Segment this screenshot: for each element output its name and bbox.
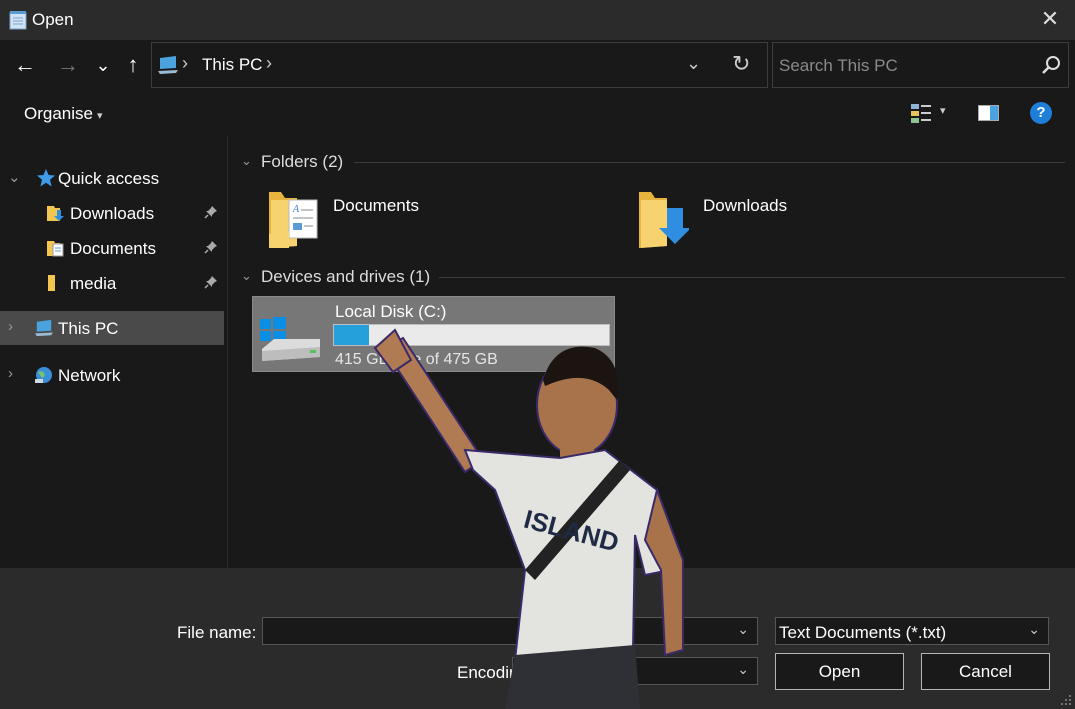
file-name-label: File name: [177, 623, 257, 642]
close-button[interactable]: ✕ [1036, 6, 1064, 34]
sidebar-item-label: Quick access [58, 169, 160, 188]
file-type-select[interactable]: Text Documents (*.txt) ⌄ [775, 617, 1049, 645]
help-button[interactable]: ? [1030, 102, 1052, 124]
chevron-down-icon[interactable]: ⌄ [8, 168, 21, 186]
chevron-down-icon[interactable]: ⌄ [737, 661, 749, 678]
chevron-right-icon[interactable]: › [8, 318, 13, 335]
caret-down-icon[interactable]: ▾ [940, 104, 946, 117]
up-button[interactable]: ↑ [118, 50, 148, 80]
person-overlay-image: ISLAND [373, 328, 684, 709]
divider [354, 162, 1065, 163]
back-button[interactable]: ← [10, 50, 40, 80]
group-title: Devices and drives (1) [261, 267, 431, 286]
sidebar-item-label: media [70, 274, 117, 293]
folder-item-documents[interactable]: A Documents [267, 188, 567, 258]
cancel-button[interactable]: Cancel [921, 653, 1050, 690]
computer-icon [35, 319, 53, 337]
chevron-down-icon[interactable]: ⌄ [241, 268, 252, 284]
folder-icon [48, 275, 55, 291]
chevron-down-icon[interactable]: ⌄ [737, 621, 749, 638]
sidebar-item-downloads[interactable]: Downloads [0, 196, 224, 230]
forward-button[interactable]: → [53, 50, 83, 80]
computer-icon [158, 56, 178, 74]
chevron-down-icon[interactable]: ⌄ [241, 153, 252, 169]
sidebar-item-media[interactable]: media [0, 266, 224, 300]
pin-icon[interactable] [204, 240, 218, 254]
downloads-folder-icon [639, 192, 689, 248]
sidebar-item-documents[interactable]: Documents [0, 231, 224, 265]
chevron-right-icon[interactable]: › [8, 365, 13, 382]
search-box[interactable] [772, 42, 1069, 88]
divider [439, 277, 1065, 278]
documents-folder-icon [47, 241, 64, 257]
pin-icon[interactable] [204, 205, 218, 219]
breadcrumb-this-pc[interactable]: This PC [202, 55, 262, 75]
svg-text:A: A [292, 204, 300, 215]
caret-down-icon: ▾ [96, 110, 103, 122]
drive-name: Local Disk (C:) [335, 302, 447, 321]
sidebar-item-quick-access[interactable]: ⌄ Quick access [0, 161, 224, 195]
view-options-icon[interactable] [910, 102, 932, 124]
command-bar: Organise ▾ ▾ ? [0, 90, 1075, 136]
window-title: Open [32, 10, 74, 29]
chevron-down-icon[interactable]: ⌄ [1028, 621, 1040, 638]
chevron-right-icon[interactable]: › [266, 53, 272, 74]
folder-item-downloads[interactable]: Downloads [637, 188, 937, 258]
navigation-pane: ⌄ Quick access Downloads Documents media [0, 136, 228, 568]
group-header-folders[interactable]: ⌄ Folders (2) [239, 149, 1065, 175]
sidebar-item-label: This PC [58, 319, 119, 338]
refresh-button[interactable]: ↻ [732, 51, 750, 77]
group-title: Folders (2) [261, 152, 344, 171]
file-type-value: Text Documents (*.txt) [779, 623, 947, 642]
sidebar-item-label: Downloads [70, 204, 155, 223]
sidebar-item-network[interactable]: › Network [0, 358, 224, 392]
navigation-bar: ← → ⌄ ↑ › This PC › ⌄ ↻ [0, 40, 1075, 90]
folder-name: Documents [333, 196, 419, 215]
sidebar-item-label: Documents [70, 239, 156, 258]
open-button[interactable]: Open [775, 653, 904, 690]
pin-icon[interactable] [204, 275, 218, 289]
organise-label: Organise [24, 104, 93, 123]
sidebar-item-this-pc[interactable]: › This PC [0, 311, 224, 345]
chevron-down-icon[interactable]: ⌄ [686, 53, 701, 74]
title-bar: Open ✕ [0, 0, 1075, 40]
recent-locations-button[interactable]: ⌄ [88, 50, 118, 80]
organise-menu-button[interactable]: Organise ▾ [24, 104, 103, 124]
network-icon [35, 367, 52, 383]
address-bar[interactable]: › This PC › ⌄ ↻ [151, 42, 768, 88]
search-input[interactable] [779, 53, 1029, 79]
preview-pane-icon[interactable] [978, 105, 999, 121]
group-header-devices[interactable]: ⌄ Devices and drives (1) [239, 264, 1065, 290]
documents-folder-icon: A [269, 192, 318, 248]
chevron-right-icon: › [182, 53, 188, 73]
drive-usage-fill [334, 325, 369, 345]
search-icon[interactable] [1041, 55, 1061, 75]
hard-drive-icon [260, 317, 320, 361]
notepad-icon [9, 11, 27, 30]
resize-grip-icon[interactable] [1058, 692, 1072, 706]
sidebar-item-label: Network [58, 366, 121, 385]
star-icon [37, 169, 55, 187]
folder-name: Downloads [703, 196, 788, 215]
downloads-folder-icon [47, 206, 64, 221]
